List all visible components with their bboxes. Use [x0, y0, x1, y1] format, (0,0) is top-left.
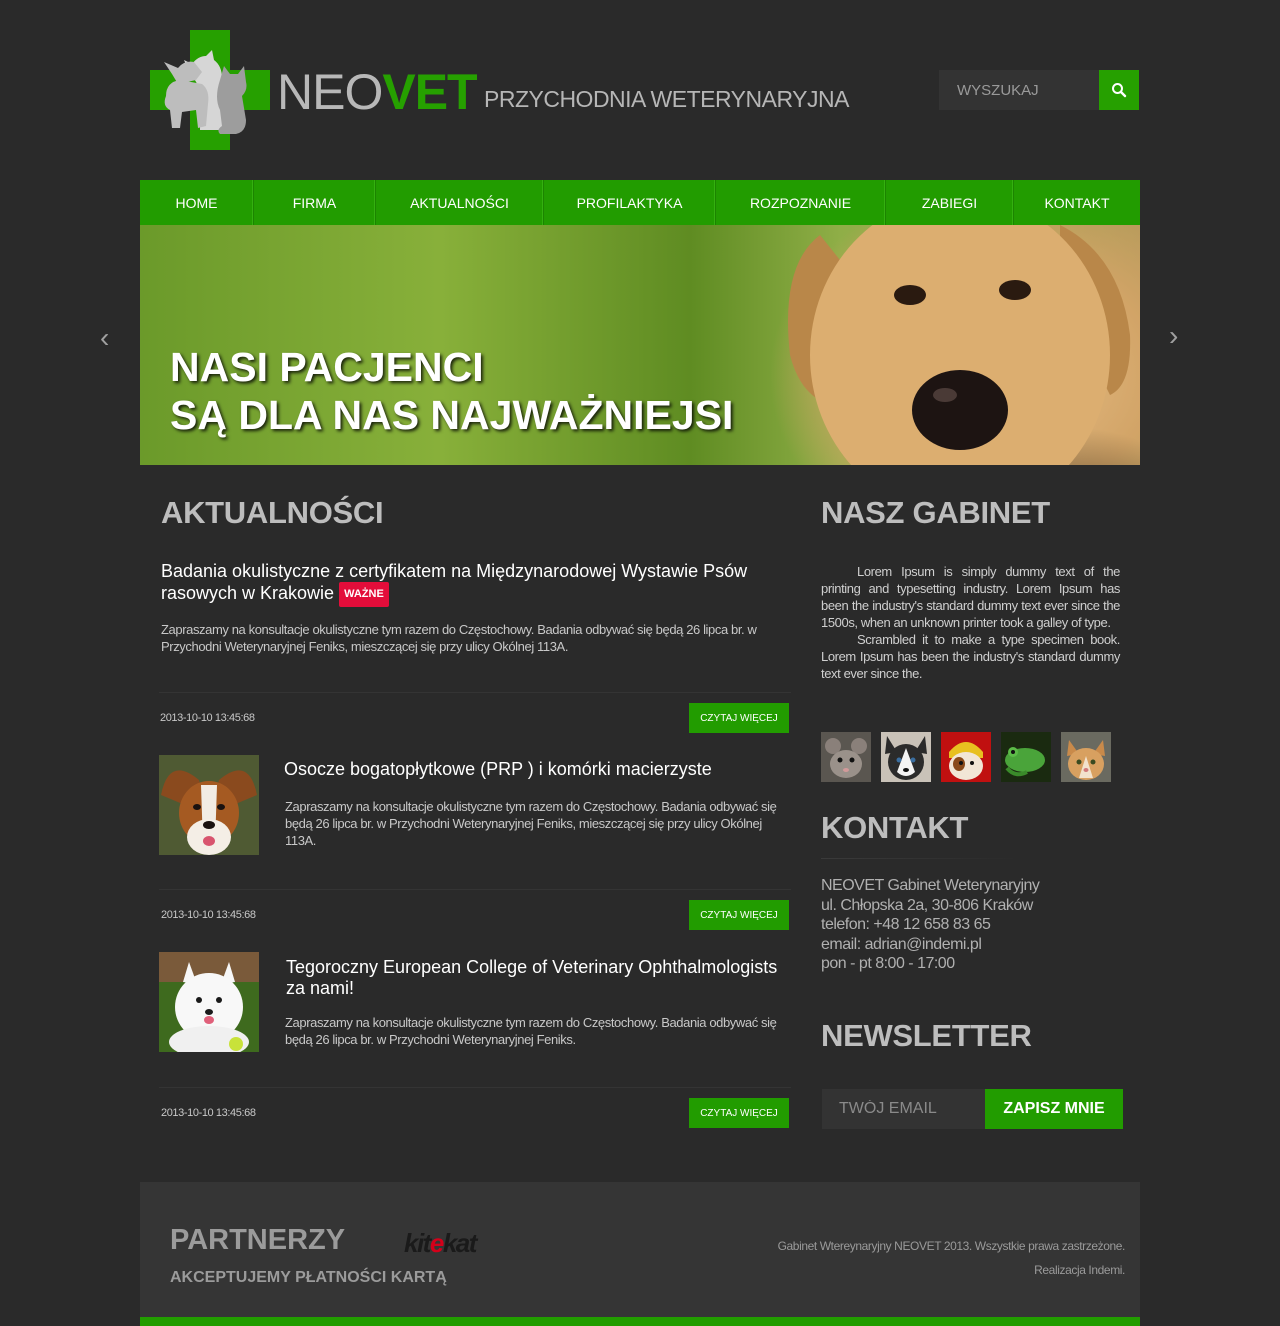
news-item-title[interactable]: Osocze bogatopłytkowe (PRP ) i komórki m… — [284, 759, 784, 780]
gallery-thumb-husky[interactable] — [881, 732, 931, 782]
contact-separator — [821, 858, 1021, 859]
nav-item-rozpoznanie[interactable]: ROZPOZNANIE — [716, 180, 886, 225]
slider-next-arrow-icon[interactable]: › — [1169, 320, 1178, 352]
search-input[interactable] — [939, 70, 1099, 110]
hero-title-line2: SĄ DLA NAS NAJWAŻNIEJSI — [170, 392, 734, 438]
nav-item-zabiegi[interactable]: ZABIEGI — [886, 180, 1014, 225]
newsletter-heading: NEWSLETTER — [821, 1018, 1032, 1053]
logo[interactable] — [150, 30, 270, 150]
news-item-text: Zapraszamy na konsultacje okulistyczne t… — [285, 799, 777, 848]
partners-heading: PARTNERZY — [170, 1224, 346, 1256]
guinea-pig-image — [941, 732, 991, 782]
contact-line-phone[interactable]: telefon: +48 12 658 83 65 — [821, 915, 1039, 935]
brand-neo: NEO — [277, 64, 383, 120]
brand-vet: VET — [382, 64, 477, 120]
about-heading: NASZ GABINET — [821, 495, 1050, 530]
news-date: 2013-10-10 13:45:68 — [160, 712, 255, 724]
nav-item-kontakt[interactable]: KONTAKT — [1014, 180, 1140, 225]
news-divider — [159, 692, 791, 693]
copyright: Gabinet Wtereynaryjny NEOVET 2013. Wszys… — [700, 1234, 1126, 1282]
husky-image — [881, 732, 931, 782]
about-paragraph: Scrambled it to make a type specimen boo… — [821, 632, 1120, 681]
news-heading: AKTUALNOŚCI — [161, 495, 384, 530]
gallery-thumb-frog[interactable] — [1001, 732, 1051, 782]
contact-line-email[interactable]: email: adrian@indemi.pl — [821, 935, 1039, 955]
gallery-thumb-guinea-pig[interactable] — [941, 732, 991, 782]
hero-slider: NASI PACJENCI SĄ DLA NAS NAJWAŻNIEJSI — [140, 225, 1140, 465]
partner-logo-part: kat — [442, 1228, 478, 1258]
contact-line-name: NEOVET Gabinet Weterynaryjny — [821, 877, 1040, 894]
news-date: 2013-10-10 13:45:68 — [161, 1107, 256, 1119]
news-item-text: Zapraszamy na konsultacje okulistyczne t… — [161, 622, 757, 654]
news-divider — [159, 1087, 791, 1088]
partner-logo-kitekat[interactable]: kitekat — [404, 1228, 478, 1259]
newsletter-subscribe-button[interactable]: ZAPISZ MNIE — [985, 1089, 1123, 1129]
news-item-title[interactable]: Tegoroczny European College of Veterinar… — [286, 957, 786, 999]
nav-item-home[interactable]: HOME — [140, 180, 254, 225]
copyright-text: Gabinet Wtereynaryjny NEOVET 2013. Wszys… — [777, 1239, 1126, 1253]
news-item-text: Zapraszamy na konsultacje okulistyczne t… — [285, 1015, 777, 1047]
news-item-title[interactable]: Badania okulistyczne z certyfikatem na M… — [161, 561, 771, 607]
main-nav: HOME FIRMA AKTUALNOŚCI PROFILAKTYKA ROZP… — [140, 180, 1140, 225]
card-payments-text: AKCEPTUJEMY PŁATNOŚCI KARTĄ — [170, 1269, 447, 1286]
contact-line-hours: pon - pt 8:00 - 17:00 — [821, 955, 955, 972]
contact-line-address: ul. Chłopska 2a, 30-806 Kraków — [821, 896, 1033, 914]
search-button[interactable] — [1099, 70, 1139, 110]
about-text: Lorem Ipsum is simply dummy text of the … — [821, 563, 1120, 682]
tagline: PRZYCHODNIA WETERYNARYJNA — [484, 86, 849, 112]
important-badge: WAŻNE — [339, 582, 389, 607]
news-date: 2013-10-10 13:45:68 — [161, 909, 256, 921]
gallery-thumb-rat[interactable] — [821, 732, 871, 782]
logo-cross-icon — [150, 30, 270, 150]
nav-item-aktualnosci[interactable]: AKTUALNOŚCI — [376, 180, 544, 225]
kitten-image — [1061, 732, 1111, 782]
hero-title: NASI PACJENCI SĄ DLA NAS NAJWAŻNIEJSI — [170, 343, 733, 439]
brand-name: NEOVET — [277, 64, 478, 120]
footer-accent-bar — [140, 1317, 1140, 1326]
read-more-button[interactable]: CZYTAJ WIĘCEJ — [689, 900, 789, 930]
read-more-button[interactable]: CZYTAJ WIĘCEJ — [689, 703, 789, 733]
papillon-dog-image — [159, 755, 259, 855]
puppy-image — [788, 225, 1131, 465]
slider-prev-arrow-icon[interactable]: ‹ — [100, 322, 109, 354]
credit-link[interactable]: Realizacja Indemi. — [700, 1258, 1125, 1282]
contact-heading: KONTAKT — [821, 810, 969, 845]
about-paragraph: Lorem Ipsum is simply dummy text of the … — [821, 564, 1120, 630]
news-divider — [159, 889, 791, 890]
contact-info: NEOVET Gabinet Weterynaryjny ul. Chłopsk… — [821, 876, 1040, 974]
rat-image — [821, 732, 871, 782]
gallery-thumb-kitten[interactable] — [1061, 732, 1111, 782]
news-thumbnail[interactable] — [159, 952, 259, 1052]
hero-title-line1: NASI PACJENCI — [170, 344, 484, 390]
nav-item-profilaktyka[interactable]: PROFILAKTYKA — [544, 180, 716, 225]
partner-logo-part: e — [429, 1228, 444, 1258]
partner-logo-part: kit — [404, 1228, 431, 1258]
news-item-title-text: Badania okulistyczne z certyfikatem na M… — [161, 561, 748, 603]
read-more-button[interactable]: CZYTAJ WIĘCEJ — [689, 1098, 789, 1128]
spitz-dog-image — [159, 952, 259, 1052]
news-thumbnail[interactable] — [159, 755, 259, 855]
nav-item-firma[interactable]: FIRMA — [254, 180, 376, 225]
frog-image — [1001, 732, 1051, 782]
search-icon — [1112, 83, 1127, 98]
newsletter-email-input[interactable] — [822, 1089, 985, 1129]
